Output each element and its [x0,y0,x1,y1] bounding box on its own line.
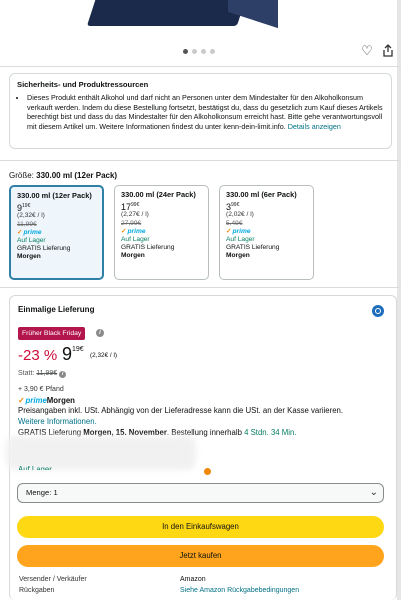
gallery-dot[interactable] [192,49,197,54]
scrollbar[interactable] [397,0,401,600]
prime-delivery: primeMorgen [18,396,75,405]
variant-shipping: GRATIS Lieferung [17,245,71,253]
returns-link[interactable]: Siehe Amazon Rückgabebedingungen [180,587,299,594]
stock-status: Auf Lager [18,465,52,470]
variant-shipping: GRATIS Lieferung [121,244,175,252]
variant-unit-price: (2,02€ / l) [226,211,254,219]
info-icon[interactable]: i [59,371,67,378]
chevron-down-icon: ⌄ [369,487,378,498]
divider [0,66,401,67]
purchase-option-title: Einmalige Lieferung [18,305,95,314]
variant-unit-price: (2,32€ / l) [17,212,45,220]
variant-name: 330.00 ml (12er Pack) [17,191,92,200]
unit-price: (2,32€ / l) [90,352,117,359]
variant-card-24er[interactable]: 330.00 ml (24er Pack) 1799€ (2,27€ / l) … [114,185,209,280]
price: 919€ [62,344,84,365]
variant-strike-price: 27,99€ [121,219,142,227]
seller-label: Versender / Verkäufer [19,576,87,583]
variant-stock: Auf Lager [226,236,255,244]
variant-delivery: Morgen [226,252,250,260]
discount-percent: -23 % [18,347,58,364]
variant-price: 1799€ [121,201,202,212]
quantity-select[interactable]: Menge: 1 ⌄ [17,483,384,503]
prime-icon: prime [17,229,96,237]
prime-icon: prime [18,396,47,405]
variant-delivery: Morgen [121,252,145,260]
info-icon[interactable]: i [96,329,104,337]
variant-strike-price: 5,49€ [226,219,243,227]
list-price-value: 11,99€ [36,370,58,377]
size-variants: 330.00 ml (12er Pack) 919€ (2,32€ / l) 1… [9,185,314,280]
variant-price: 399€ [226,201,307,212]
heart-icon[interactable]: ♡ [360,44,374,58]
variant-stock: Auf Lager [121,236,150,244]
returns-label: Rückgaben [19,587,55,594]
details-link[interactable]: Details anzeigen [288,122,341,131]
variant-delivery: Morgen [17,253,41,261]
prime-icon: prime [121,228,202,236]
gallery-dot[interactable] [201,49,206,54]
buy-now-button[interactable]: Jetzt kaufen [17,545,384,567]
product-image-area[interactable]: ♡ [0,0,401,62]
variant-name: 330.00 ml (24er Pack) [121,190,196,199]
gallery-dot[interactable] [210,49,215,54]
divider [0,160,401,161]
variant-strike-price: 11,99€ [17,220,37,228]
gallery-dots [183,49,215,54]
deal-badge: Früher Black Friday [18,327,86,340]
size-value: 330.00 ml (12er Pack) [36,171,118,180]
seller-value: Amazon [180,576,206,583]
variant-card-6er[interactable]: 330.00 ml (6er Pack) 399€ (2,02€ / l) 5,… [219,185,314,280]
variant-unit-price: (2,27€ / l) [121,211,149,219]
variant-price-fraction: 19€ [22,203,31,210]
delivery-window: 4 Stdn. 34 Min. [244,428,297,437]
safety-text-item: Dieses Produkt enthält Alkohol und darf … [27,93,384,131]
list-price: Statt: 11,99€ i [18,370,67,378]
size-label: Größe: [9,171,34,180]
size-selector-title: Größe: 330.00 ml (12er Pack) [9,171,117,180]
quantity-label: Menge: [26,488,52,497]
prime-icon: prime [226,228,307,236]
share-icon[interactable] [381,44,395,58]
price-fraction: 19€ [72,346,84,353]
quantity-value: 1 [53,488,58,497]
safety-title: Sicherheits- und Produktressourcen [17,80,149,89]
deposit: + 3,90 € Pfand [18,386,64,393]
add-to-cart-button[interactable]: In den Einkaufswagen [17,516,384,538]
buy-box: Einmalige Lieferung Früher Black Friday … [6,295,397,600]
price-whole: 9 [62,344,73,364]
tax-note: Preisangaben inkl. USt. Abhängig von der… [18,406,344,415]
prime-delivery-day: Morgen [46,396,75,405]
orange-dot [204,468,211,475]
variant-price: 919€ [17,202,96,213]
variant-card-12er[interactable]: 330.00 ml (12er Pack) 919€ (2,32€ / l) 1… [9,185,104,280]
divider [0,287,401,288]
more-info-link[interactable]: Weitere Informationen. [18,417,97,426]
gallery-dot-active[interactable] [183,49,188,54]
variant-price-fraction: 99€ [131,202,140,209]
variant-stock: Auf Lager [17,237,46,245]
list-price-label: Statt: [18,370,35,377]
safety-resources-panel: Sicherheits- und Produktressourcen Diese… [9,73,392,149]
purchase-option-radio[interactable] [372,305,384,317]
variant-shipping: GRATIS Lieferung [226,244,280,252]
variant-name: 330.00 ml (6er Pack) [226,190,297,199]
variant-price-fraction: 99€ [231,202,240,209]
